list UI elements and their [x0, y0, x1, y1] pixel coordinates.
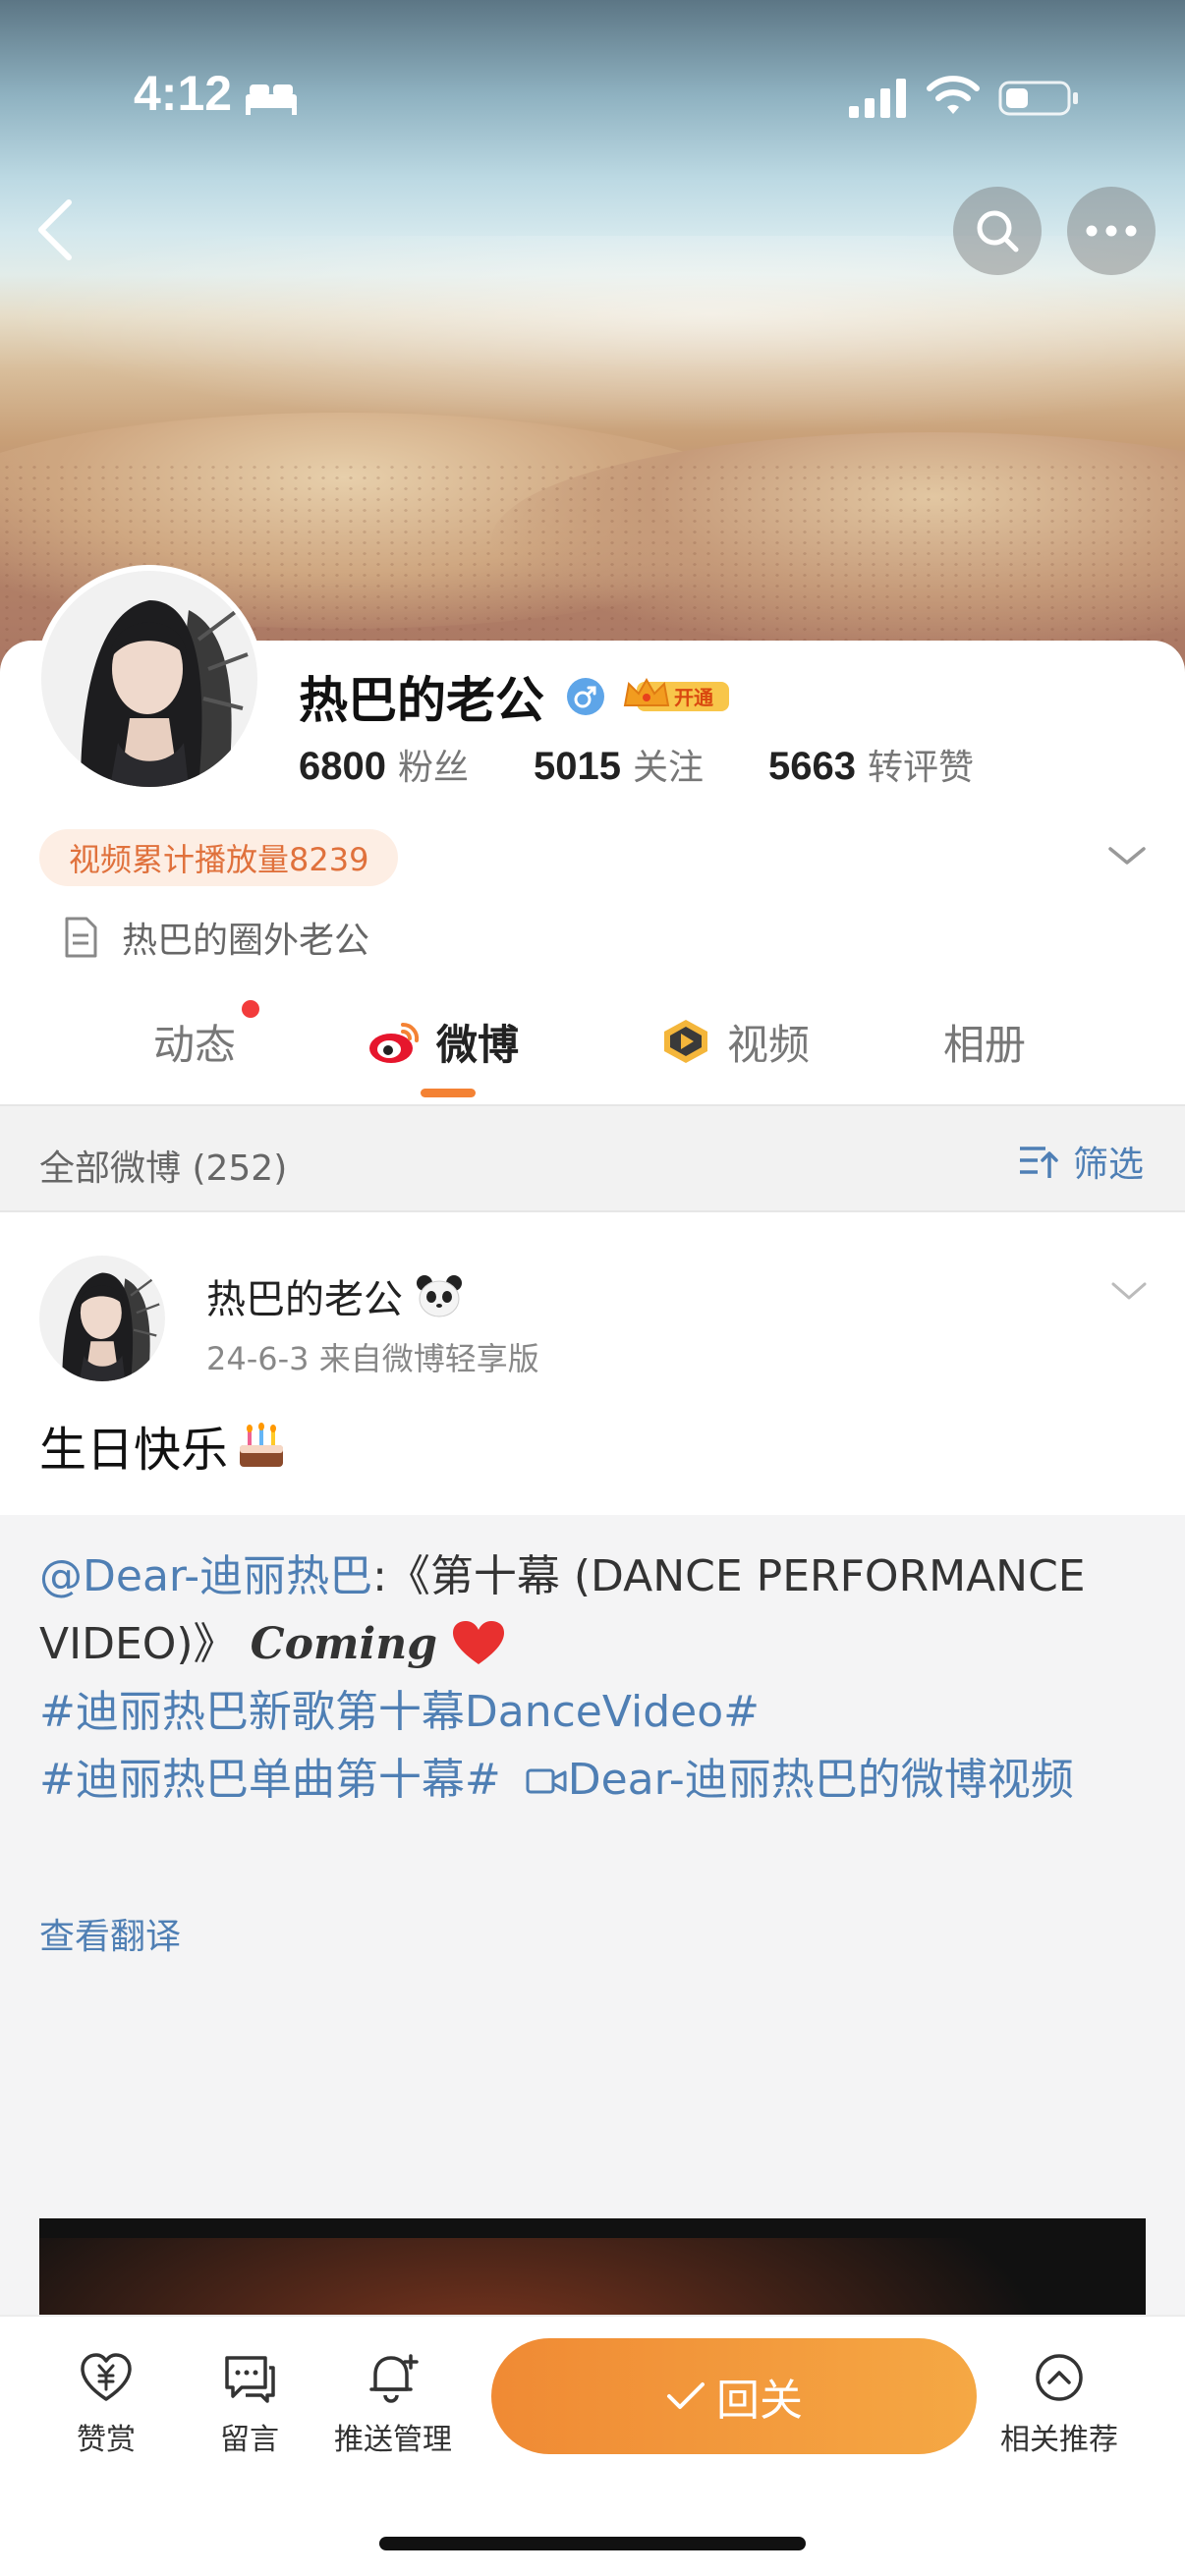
back-arrow-icon[interactable]: [28, 193, 86, 267]
video-badge-icon: [664, 1020, 707, 1063]
avatar[interactable]: [35, 565, 263, 793]
hashtag-link[interactable]: #迪丽热巴新歌第十幕DanceVideo#: [39, 1687, 760, 1737]
repost-box[interactable]: @Dear-迪丽热巴:《第十幕 (DANCE PERFORMANCE VIDEO…: [0, 1515, 1185, 2576]
battery-icon: [998, 81, 1078, 116]
video-link[interactable]: Dear-迪丽热巴的微博视频: [568, 1755, 1074, 1805]
more-dots-icon: [1086, 225, 1137, 237]
weibo-logo-icon: [369, 1022, 420, 1063]
check-icon: [667, 2382, 705, 2409]
reward-heart-icon: [81, 2353, 132, 2401]
tab-dongtai[interactable]: 动态: [153, 986, 236, 1096]
tab-video[interactable]: 视频: [658, 986, 810, 1096]
tab-album[interactable]: 相册: [943, 986, 1026, 1096]
search-icon: [977, 210, 1019, 252]
weibo-post[interactable]: 热巴的老公 24-6-3 来自微博轻享版 生日快乐 @Dear-迪丽热巴:《第十…: [0, 1214, 1185, 2576]
tab-weibo[interactable]: 微博: [367, 986, 519, 1096]
bell-plus-icon: [369, 2354, 419, 2403]
document-icon: [65, 917, 97, 958]
message-button[interactable]: 留言: [220, 2350, 279, 2458]
profile-name-row: 热巴的老公 开通: [299, 666, 731, 729]
filter-row: 全部微博 (252) 筛选: [0, 1104, 1185, 1212]
post-author-avatar[interactable]: [39, 1256, 165, 1381]
post-text: 生日快乐: [39, 1411, 289, 1480]
sleep-mode-icon: [246, 84, 297, 115]
avatar-photo: [39, 1256, 165, 1381]
post-author-name[interactable]: 热巴的老公: [206, 1267, 403, 1324]
filter-icon: [1020, 1147, 1058, 1178]
search-button[interactable]: [953, 187, 1042, 275]
avatar-photo: [41, 571, 257, 787]
coming-text: Coming: [250, 1619, 437, 1669]
fans-stat[interactable]: 6800 粉丝: [299, 739, 469, 790]
birthday-cake-icon: [240, 1423, 284, 1467]
profile-bio: 热巴的圈外老公: [61, 912, 369, 963]
engagement-stat[interactable]: 5663 转评赞: [768, 739, 974, 790]
push-management-button[interactable]: 推送管理: [334, 2350, 452, 2458]
following-stat[interactable]: 5015 关注: [534, 739, 704, 790]
notification-dot: [242, 1000, 259, 1018]
wifi-icon: [927, 76, 980, 114]
chevron-down-icon[interactable]: [1104, 841, 1150, 870]
hashtag-link[interactable]: #迪丽热巴单曲第十幕#: [39, 1755, 501, 1805]
filter-button[interactable]: 筛选: [1016, 1136, 1144, 1187]
active-tab-indicator: [421, 1089, 476, 1097]
repost-text: @Dear-迪丽热巴:《第十幕 (DANCE PERFORMANCE VIDEO…: [39, 1542, 1159, 1814]
red-heart-icon: [452, 1621, 504, 1664]
video-plays-badge[interactable]: 视频累计播放量8239: [39, 829, 399, 886]
cellular-signal-icon: [849, 79, 906, 118]
follow-back-button[interactable]: 回关: [491, 2338, 977, 2454]
status-bar: 4:12: [0, 0, 1185, 187]
all-weibo-count: 全部微博 (252): [39, 1148, 288, 1189]
home-indicator[interactable]: [379, 2537, 806, 2550]
vip-crown-badge[interactable]: 开通: [623, 676, 731, 717]
post-author-row: 热巴的老公: [206, 1267, 464, 1324]
profile-tabs: 动态 微博 视频 相册: [0, 986, 1185, 1102]
chevron-down-icon[interactable]: [1108, 1277, 1150, 1305]
panda-icon: [417, 1275, 462, 1317]
related-recommend-button[interactable]: 相关推荐: [1000, 2350, 1118, 2458]
status-time: 4:12: [134, 66, 233, 121]
post-meta: 24-6-3 来自微博轻享版: [206, 1340, 539, 1377]
translate-link[interactable]: 查看翻译: [39, 1908, 181, 1959]
profile-name: 热巴的老公: [299, 672, 544, 729]
profile-stats: 6800 粉丝 5015 关注 5663 转评赞: [299, 739, 974, 790]
message-icon: [225, 2356, 275, 2403]
more-button[interactable]: [1067, 187, 1156, 275]
video-camera-icon: [526, 1768, 567, 1794]
chevron-up-circle-icon: [1036, 2354, 1083, 2401]
bio-text: 热巴的圈外老公: [122, 921, 370, 961]
male-gender-icon: [567, 678, 604, 715]
mention-link[interactable]: @Dear-迪丽热巴: [39, 1551, 372, 1601]
reward-button[interactable]: 赞赏: [77, 2350, 136, 2458]
vip-label: 开通: [674, 686, 713, 709]
